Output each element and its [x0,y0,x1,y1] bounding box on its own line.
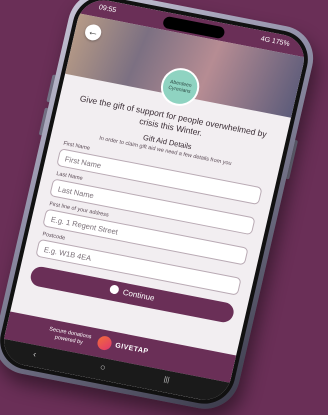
givetap-brand[interactable]: GIVETAP [114,342,149,355]
givetap-logo-icon [96,334,113,352]
status-indicators: 4G 175% [259,35,291,49]
form-content: Give the gift of support for people over… [17,89,287,326]
secure-donations-text: Secure donations powered by [47,326,92,348]
nav-back-button[interactable]: ‹ [32,349,37,359]
givetap-icon [109,284,121,296]
scene: 09:55 4G 175% ← Aberdeen Cyrenians Give … [0,0,328,415]
status-time: 09:55 [98,4,117,15]
continue-label: Continue [121,287,156,303]
charity-logo-text: Aberdeen Cyrenians [167,79,193,95]
phone-mockup: 09:55 4G 175% ← Aberdeen Cyrenians Give … [0,0,320,415]
arrow-left-icon: ← [86,25,100,40]
nav-home-button[interactable]: ○ [99,362,107,373]
back-button[interactable]: ← [83,23,103,42]
nav-recent-button[interactable]: ||| [163,376,170,384]
phone-screen: 09:55 4G 175% ← Aberdeen Cyrenians Give … [0,0,310,405]
